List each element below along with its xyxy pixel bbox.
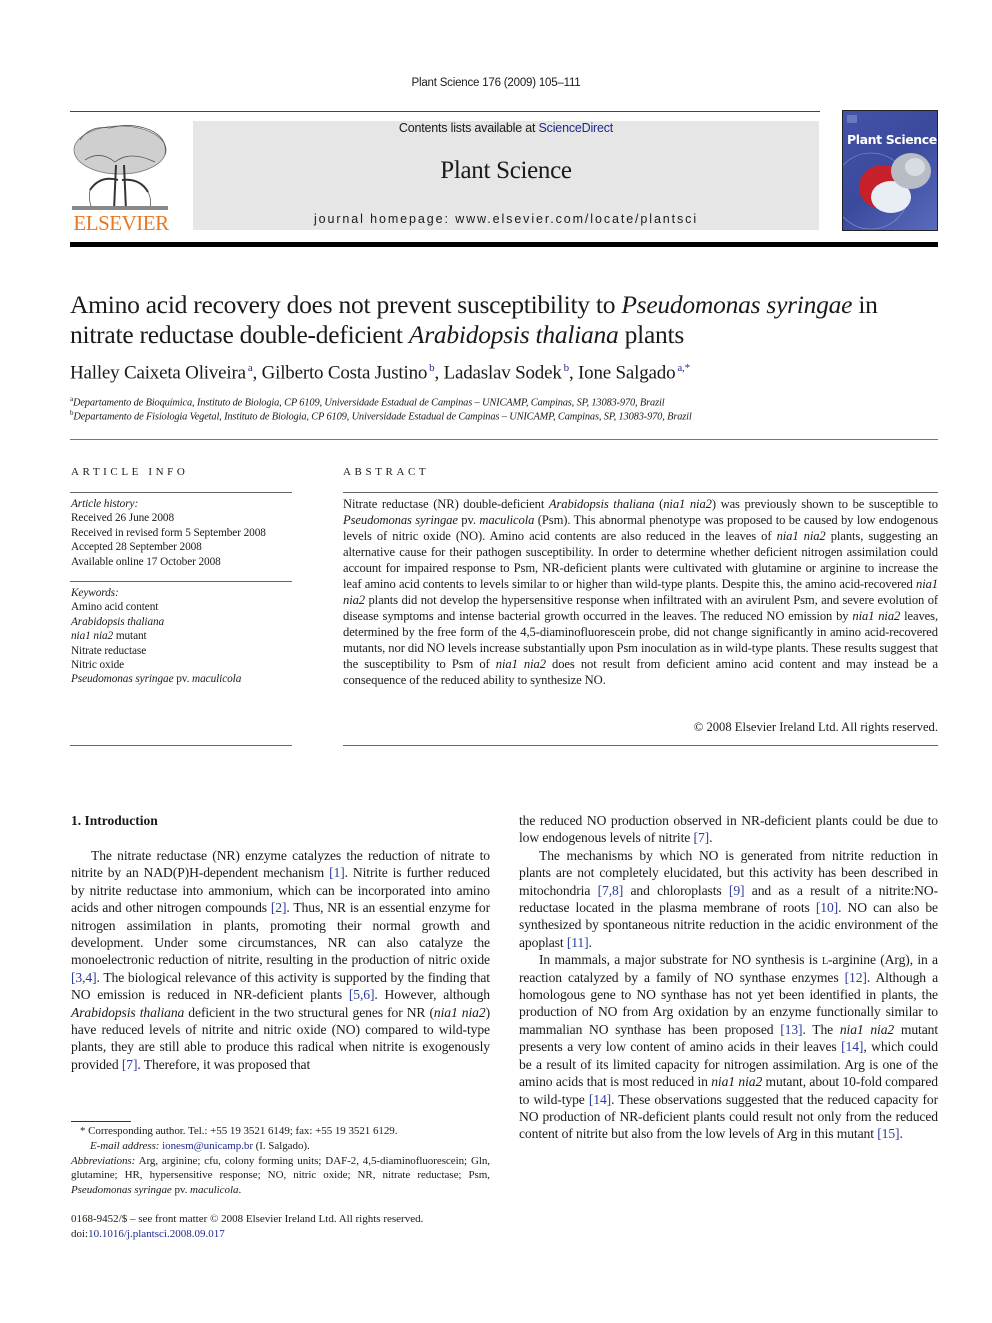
- keyword-item: Arabidopsis thaliana: [71, 615, 165, 628]
- journal-cover-thumbnail[interactable]: Plant Science: [842, 110, 938, 231]
- paragraph: In mammals, a major substrate for NO syn…: [519, 952, 939, 1142]
- author-name[interactable]: Halley Caixeta Oliveira: [70, 362, 246, 383]
- contents-prefix: Contents lists available at: [398, 121, 539, 135]
- article-title: Amino acid recovery does not prevent sus…: [70, 290, 930, 350]
- introduction-heading: 1. Introduction: [71, 813, 158, 828]
- paragraph: the reduced NO production observed in NR…: [519, 813, 938, 846]
- title-fragment: Arabidopsis thaliana: [408, 320, 619, 349]
- affiliation-a: aDepartamento de Bioquímica, Instituto d…: [70, 395, 665, 409]
- cover-title: Plant Science: [847, 132, 937, 147]
- abbreviations-label: Abbreviations:: [71, 1154, 136, 1167]
- author-affiliation-marker[interactable]: b: [427, 362, 435, 374]
- body-column-left: The nitrate reductase (NR) enzyme cataly…: [71, 847, 490, 1073]
- keyword-item: Nitric oxide: [71, 659, 125, 672]
- body-column-right: the reduced NO production observed in NR…: [519, 812, 938, 1143]
- abstract-copyright: © 2008 Elsevier Ireland Ltd. All rights …: [693, 720, 938, 734]
- keywords-label: Keywords:: [71, 587, 119, 599]
- article-info-rule: [70, 492, 292, 493]
- abbreviations-note: Abbreviations: Arg, arginine; cfu, colon…: [71, 1154, 490, 1198]
- article-info-heading: ARTICLE INFO: [71, 466, 189, 478]
- history-item: Accepted 28 September 2008: [71, 541, 202, 554]
- journal-masthead: Contents lists available at ScienceDirec…: [193, 121, 819, 230]
- elsevier-tree-icon: ELSEVIER: [72, 125, 170, 235]
- author-affiliation-marker[interactable]: a,*: [675, 362, 690, 374]
- doi-link[interactable]: 10.1016/j.plantsci.2008.09.017: [88, 1228, 225, 1240]
- keyword-item: Pseudomonas syringae pv. maculicola: [71, 673, 242, 686]
- title-fragment: Pseudomonas syringae: [621, 290, 853, 319]
- section-divider: [70, 439, 938, 440]
- header-thick-rule: [70, 242, 938, 247]
- abstract-text: Nitrate reductase (NR) double-deficient …: [343, 497, 938, 687]
- keyword-item: Nitrate reductase: [71, 644, 147, 657]
- running-head: Plant Science 176 (2009) 105–111: [411, 77, 581, 89]
- history-label: Article history:: [71, 498, 139, 510]
- history-item: Available online 17 October 2008: [71, 555, 221, 568]
- abstract-rule: [343, 745, 938, 746]
- elsevier-wordmark: ELSEVIER: [73, 211, 169, 232]
- paragraph: The mechanisms by which NO is generated …: [519, 847, 938, 950]
- history-item: Received in revised form 5 September 200…: [71, 526, 266, 539]
- email-suffix: (I. Salgado).: [252, 1139, 310, 1152]
- article-info-rule: [70, 581, 292, 582]
- journal-title: Plant Science: [440, 157, 572, 184]
- author-name[interactable]: Ladaslav Sodek: [444, 362, 562, 383]
- affiliation-b: bDepartamento de Fisiologia Vegetal, Ins…: [70, 409, 692, 422]
- paragraph: The nitrate reductase (NR) enzyme cataly…: [71, 848, 490, 1072]
- author-name[interactable]: Ione Salgado: [578, 362, 676, 383]
- issn-line: 0168-9452/$ – see front matter © 2008 El…: [71, 1213, 424, 1225]
- email-note: E-mail address: ionesm@unicamp.br (I. Sa…: [71, 1139, 490, 1154]
- keyword-item: Amino acid content: [71, 601, 159, 614]
- footnotes: * Corresponding author. Tel.: +55 19 352…: [71, 1124, 490, 1198]
- title-fragment: Amino acid recovery does not prevent sus…: [70, 290, 622, 319]
- affiliation-text: Departamento de Bioquímica, Instituto de…: [72, 397, 665, 409]
- abstract-heading: ABSTRACT: [343, 466, 430, 478]
- doi-prefix: doi:: [71, 1228, 89, 1240]
- title-fragment: plants: [618, 320, 685, 349]
- cover-art-icon: [843, 115, 931, 230]
- article-info-rule: [70, 745, 292, 746]
- sciencedirect-link[interactable]: ScienceDirect: [539, 121, 614, 135]
- history-item: Received 26 June 2008: [71, 512, 174, 525]
- footnote-rule: [71, 1121, 131, 1122]
- abstract-rule: [343, 492, 938, 493]
- elsevier-logo[interactable]: ELSEVIER: [70, 120, 172, 235]
- email-link[interactable]: ionesm@unicamp.br: [162, 1140, 253, 1152]
- journal-homepage-link[interactable]: journal homepage: www.elsevier.com/locat…: [193, 212, 819, 226]
- doi-line: doi:10.1016/j.plantsci.2008.09.017: [71, 1227, 423, 1242]
- article-history: Article history: Received 26 June 2008 R…: [71, 497, 266, 569]
- affiliation-text: Departamento de Fisiologia Vegetal, Inst…: [73, 411, 692, 423]
- keywords: Keywords: Amino acid content Arabidopsis …: [71, 586, 241, 687]
- corresponding-author-note: * Corresponding author. Tel.: +55 19 352…: [80, 1125, 398, 1137]
- author-affiliation-marker[interactable]: a: [246, 362, 253, 374]
- author-name[interactable]: Gilberto Costa Justino: [262, 362, 428, 383]
- keyword-list: Amino acid content Arabidopsis thaliana ni…: [71, 600, 241, 686]
- top-rule: [70, 111, 820, 112]
- contents-line: Contents lists available at ScienceDirec…: [193, 121, 819, 135]
- issn-block: 0168-9452/$ – see front matter © 2008 El…: [71, 1212, 423, 1242]
- author-list: Halley Caixeta Oliveira a, Gilberto Cost…: [70, 362, 690, 384]
- keyword-item: nia1 nia2 mutant: [71, 630, 147, 643]
- email-label: E-mail address:: [90, 1139, 160, 1152]
- author-affiliation-marker[interactable]: b: [562, 362, 570, 374]
